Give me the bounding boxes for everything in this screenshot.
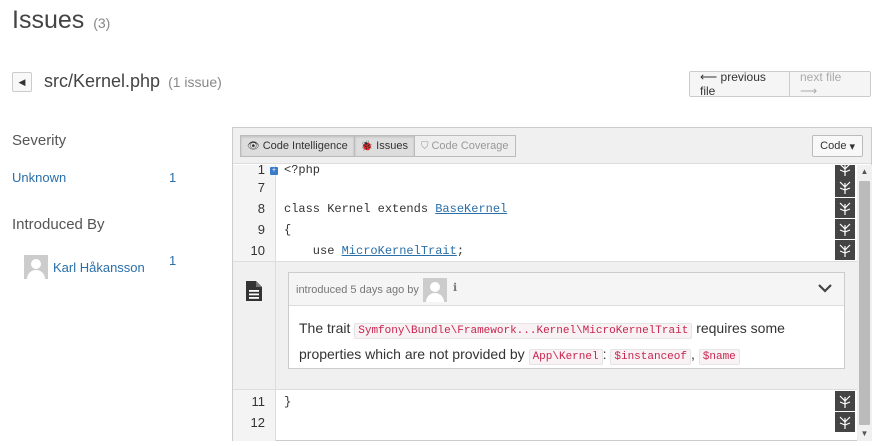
- issue-icon-column: [233, 262, 276, 389]
- severity-filter-unknown[interactable]: Unknown 1: [12, 170, 182, 185]
- issues-button[interactable]: 🐞 Issues: [353, 135, 415, 157]
- author-filter[interactable]: Karl Håkansson: [24, 254, 184, 280]
- line-number: 8: [257, 201, 265, 216]
- line-source-text: ;: [456, 244, 465, 258]
- scroll-thumb[interactable]: [859, 181, 870, 425]
- action-icon[interactable]: [835, 240, 855, 260]
- property-code: $name: [698, 349, 740, 365]
- code-line: 11 }: [233, 391, 857, 412]
- back-button[interactable]: ◀: [12, 72, 32, 92]
- issues-label: Issues: [376, 140, 408, 152]
- line-number: 1: [257, 165, 265, 177]
- vertical-scrollbar[interactable]: ▲ ▼: [857, 165, 872, 441]
- code-line: 8 class Kernel extends BaseKernel: [233, 198, 857, 219]
- code-coverage-button[interactable]: ⛉ Code Coverage: [413, 135, 516, 157]
- action-icon[interactable]: [835, 219, 855, 239]
- code-menu-button[interactable]: Code ▾: [812, 135, 863, 157]
- trait-code: Symfony\Bundle\Framework...Kernel\MicroK…: [354, 323, 693, 339]
- issue-band: introduced 5 days ago by ℹ The trait Sym…: [233, 261, 857, 390]
- base-kernel-link[interactable]: BaseKernel: [435, 202, 507, 216]
- code-area: 1 + <?php 7 8 class Kernel extends BaseK…: [233, 165, 857, 441]
- code-line: 12: [233, 412, 857, 433]
- file-path: src/Kernel.php: [44, 71, 161, 91]
- shield-icon: ⛉: [420, 140, 429, 152]
- caret-down-icon: ▾: [849, 140, 855, 153]
- action-icon[interactable]: [835, 412, 855, 432]
- issue-header: introduced 5 days ago by ℹ: [289, 273, 844, 306]
- issue-meta: introduced 5 days ago by: [296, 284, 419, 296]
- action-icon[interactable]: [835, 391, 855, 411]
- author-name[interactable]: Karl Håkansson: [53, 260, 145, 275]
- line-number: 7: [257, 180, 265, 195]
- line-number: 9: [257, 222, 265, 237]
- code-line: 7: [233, 177, 857, 198]
- file-title: src/Kernel.php (1 issue): [44, 71, 222, 92]
- eye-icon: 👁: [247, 140, 260, 152]
- line-source: class Kernel extends BaseKernel: [284, 202, 507, 216]
- code-menu-label: Code: [820, 140, 847, 152]
- line-source-text: use: [284, 244, 342, 258]
- introduced-by-heading: Introduced By: [12, 216, 105, 233]
- line-source: <?php: [284, 165, 321, 177]
- line-number: 10: [250, 243, 265, 258]
- scroll-down-icon[interactable]: ▼: [860, 429, 869, 438]
- line-number: 12: [250, 415, 265, 430]
- code-line: 9 {: [233, 219, 857, 240]
- page-title: Issues (3): [12, 6, 110, 35]
- line-source: use MicroKernelTrait;: [284, 244, 464, 258]
- severity-heading: Severity: [12, 132, 67, 149]
- bug-icon: 🐞: [360, 140, 374, 152]
- author-count: 1: [169, 253, 177, 268]
- view-mode-group: 👁 Code Intelligence 🐞 Issues ⛉ Code Cove…: [240, 135, 516, 157]
- code-intelligence-label: Code Intelligence: [262, 140, 348, 152]
- viewer-toolbar: 👁 Code Intelligence 🐞 Issues ⛉ Code Cove…: [233, 128, 871, 164]
- avatar: [24, 255, 48, 279]
- line-source: }: [284, 395, 292, 409]
- scroll-up-icon[interactable]: ▲: [860, 167, 869, 176]
- file-issue-count: (1 issue): [168, 74, 222, 90]
- severity-count: 1: [169, 170, 177, 185]
- micro-kernel-trait-link[interactable]: MicroKernelTrait: [342, 244, 457, 258]
- line-source: {: [284, 223, 292, 237]
- issue-text: ,: [691, 346, 699, 362]
- page-title-text: Issues: [12, 6, 85, 34]
- info-icon[interactable]: ℹ: [453, 281, 457, 294]
- code-viewer: 👁 Code Intelligence 🐞 Issues ⛉ Code Cove…: [232, 127, 872, 441]
- line-source-text: class Kernel extends: [284, 202, 436, 216]
- file-nav: ⟵ previous file next file ⟶: [689, 70, 871, 98]
- code-coverage-label: Code Coverage: [431, 140, 509, 152]
- avatar: [423, 278, 447, 302]
- chevron-down-icon[interactable]: [817, 281, 833, 298]
- action-icon[interactable]: [835, 198, 855, 218]
- property-code: $instanceof: [610, 349, 691, 365]
- line-number: 11: [251, 394, 266, 409]
- previous-file-button[interactable]: ⟵ previous file: [689, 70, 790, 98]
- issue-text: The trait: [299, 320, 355, 336]
- next-file-button[interactable]: next file ⟶: [789, 70, 871, 98]
- fold-icon[interactable]: +: [270, 167, 278, 175]
- action-icon[interactable]: [835, 177, 855, 197]
- code-line: 10 use MicroKernelTrait;: [233, 240, 857, 261]
- class-code: App\Kernel: [528, 349, 603, 365]
- severity-name[interactable]: Unknown: [12, 170, 66, 185]
- issue-card: introduced 5 days ago by ℹ The trait Sym…: [288, 272, 845, 369]
- code-intelligence-button[interactable]: 👁 Code Intelligence: [240, 135, 355, 157]
- issue-total-count: (3): [93, 15, 111, 31]
- document-icon: [246, 281, 262, 301]
- issue-message: The trait Symfony\Bundle\Framework...Ker…: [289, 306, 844, 380]
